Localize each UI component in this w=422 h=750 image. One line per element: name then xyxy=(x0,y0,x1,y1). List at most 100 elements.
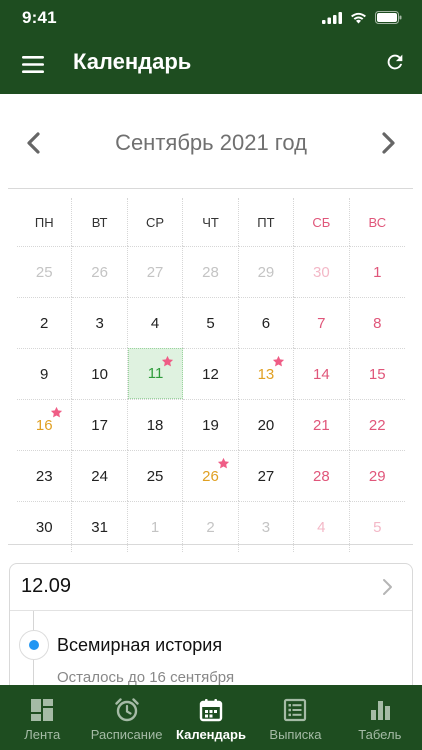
star-icon xyxy=(51,406,63,418)
day-number: 30 xyxy=(35,518,53,536)
status-bar: 9:41 xyxy=(0,0,422,36)
calendar-day[interactable]: 23 xyxy=(17,450,73,501)
battery-icon xyxy=(375,11,402,24)
selected-day-card[interactable]: 12.09 Всемирная история Осталось до 16 с… xyxy=(9,563,413,703)
day-number: 3 xyxy=(95,314,104,332)
weekday-label: ЧТ xyxy=(183,198,239,246)
day-number: 16 xyxy=(35,416,53,434)
calendar-day[interactable]: 25 xyxy=(127,450,184,501)
day-number: 4 xyxy=(317,518,326,536)
tab-dashboard[interactable]: Лента xyxy=(0,685,84,750)
calendar-day[interactable]: 26 xyxy=(183,450,239,501)
calendar-day[interactable]: 28 xyxy=(183,246,239,297)
calendar-day[interactable]: 6 xyxy=(238,297,295,348)
calendar-day[interactable]: 18 xyxy=(127,399,184,450)
calendar-day[interactable]: 22 xyxy=(349,399,405,450)
day-number: 3 xyxy=(261,518,271,536)
tab-bar-chart[interactable]: Табель xyxy=(338,685,422,750)
calendar-day[interactable]: 12 xyxy=(183,348,239,399)
day-number: 19 xyxy=(202,416,219,434)
calendar-day[interactable]: 15 xyxy=(349,348,405,399)
calendar-day[interactable]: 5 xyxy=(183,297,239,348)
day-number: 7 xyxy=(317,314,326,332)
list-document-icon xyxy=(282,697,308,723)
weekday-header: ПН ВТ СР ЧТ ПТ СБ ВС xyxy=(17,198,405,246)
day-number: 25 xyxy=(146,467,164,485)
tab-alarm-clock[interactable]: Расписание xyxy=(84,685,168,750)
calendar-day[interactable]: 4 xyxy=(127,297,184,348)
app-header: 9:41 Календарь xyxy=(0,0,422,94)
calendar-day-today[interactable]: 11 xyxy=(127,348,184,399)
calendar-day[interactable]: 2 xyxy=(17,297,73,348)
calendar-day[interactable]: 13 xyxy=(238,348,295,399)
day-number: 5 xyxy=(373,518,382,536)
day-number: 31 xyxy=(91,518,108,536)
calendar-day[interactable]: 7 xyxy=(294,297,350,348)
calendar-day[interactable]: 9 xyxy=(17,348,73,399)
day-number: 2 xyxy=(40,314,49,332)
divider xyxy=(8,188,413,189)
selected-day-header[interactable]: 12.09 xyxy=(10,564,412,611)
star-icon xyxy=(273,355,285,367)
calendar-day[interactable]: 19 xyxy=(183,399,239,450)
weekday-label: ВС xyxy=(368,214,387,230)
calendar-day[interactable]: 21 xyxy=(294,399,350,450)
lesson-title[interactable]: Всемирная история xyxy=(57,635,222,656)
bar-chart-icon xyxy=(367,697,393,723)
menu-button[interactable] xyxy=(20,52,46,76)
weekday-label: ПН xyxy=(17,198,73,246)
calendar-day[interactable]: 29 xyxy=(238,246,295,297)
divider xyxy=(8,544,413,545)
weekday-label: СР xyxy=(128,198,184,246)
days-grid: 25 26 27 28 29 30 1 2 3 4 5 6 7 8 9 10 11 12 13 14 15 16 17 18 1… xyxy=(17,246,405,552)
day-number: 10 xyxy=(91,365,108,383)
day-number: 21 xyxy=(313,416,330,434)
day-number: 22 xyxy=(368,416,386,434)
calendar-day[interactable]: 20 xyxy=(238,399,295,450)
status-time: 9:41 xyxy=(22,8,57,27)
day-number: 26 xyxy=(91,263,108,281)
day-number: 14 xyxy=(313,365,330,383)
next-month-button[interactable] xyxy=(374,128,404,158)
calendar-day[interactable]: 29 xyxy=(349,450,405,501)
day-number: 30 xyxy=(313,263,330,281)
calendar-day[interactable]: 1 xyxy=(349,246,405,297)
calendar-day[interactable]: 24 xyxy=(72,450,128,501)
refresh-button[interactable] xyxy=(382,49,408,75)
calendar-day[interactable]: 14 xyxy=(294,348,350,399)
calendar-day[interactable]: 26 xyxy=(72,246,128,297)
tab-list-document[interactable]: Выписка xyxy=(253,685,337,750)
hamburger-icon xyxy=(22,55,44,73)
calendar-day[interactable]: 30 xyxy=(294,246,350,297)
status-dot xyxy=(29,640,39,650)
day-number: 17 xyxy=(91,416,108,434)
calendar-day[interactable]: 25 xyxy=(17,246,73,297)
calendar-day[interactable]: 8 xyxy=(349,297,405,348)
refresh-icon xyxy=(387,54,403,70)
calendar-day[interactable]: 27 xyxy=(127,246,184,297)
alarm-clock-icon xyxy=(114,697,140,723)
signal-icon xyxy=(322,11,342,24)
day-number: 23 xyxy=(35,467,53,485)
calendar-day[interactable]: 28 xyxy=(294,450,350,501)
calendar-grid: ПН ВТ СР ЧТ ПТ СБ ВС 25 26 27 28 29 30 1 2 3 4 5 6 7 8 9 10 11… xyxy=(17,198,405,552)
app-bar: Календарь xyxy=(0,36,422,94)
day-number: 13 xyxy=(257,365,275,383)
tab-label: Календарь xyxy=(176,727,246,742)
calendar-day[interactable]: 17 xyxy=(72,399,128,450)
calendar-day[interactable]: 3 xyxy=(72,297,128,348)
tab-label: Табель xyxy=(358,727,402,742)
open-day-button[interactable] xyxy=(378,577,398,597)
day-number: 29 xyxy=(368,467,386,485)
tab-calendar[interactable]: Календарь xyxy=(169,685,253,750)
month-title: Сентябрь 2021 год xyxy=(115,130,307,155)
weekday-label: ВТ xyxy=(72,198,128,246)
calendar-day[interactable]: 10 xyxy=(72,348,128,399)
day-number: 25 xyxy=(35,263,53,281)
day-number: 12 xyxy=(202,365,219,383)
calendar-icon xyxy=(198,697,224,723)
calendar-day[interactable]: 27 xyxy=(238,450,295,501)
tab-label: Выписка xyxy=(269,727,322,742)
calendar-day[interactable]: 16 xyxy=(17,399,73,450)
day-number: 2 xyxy=(206,518,215,536)
